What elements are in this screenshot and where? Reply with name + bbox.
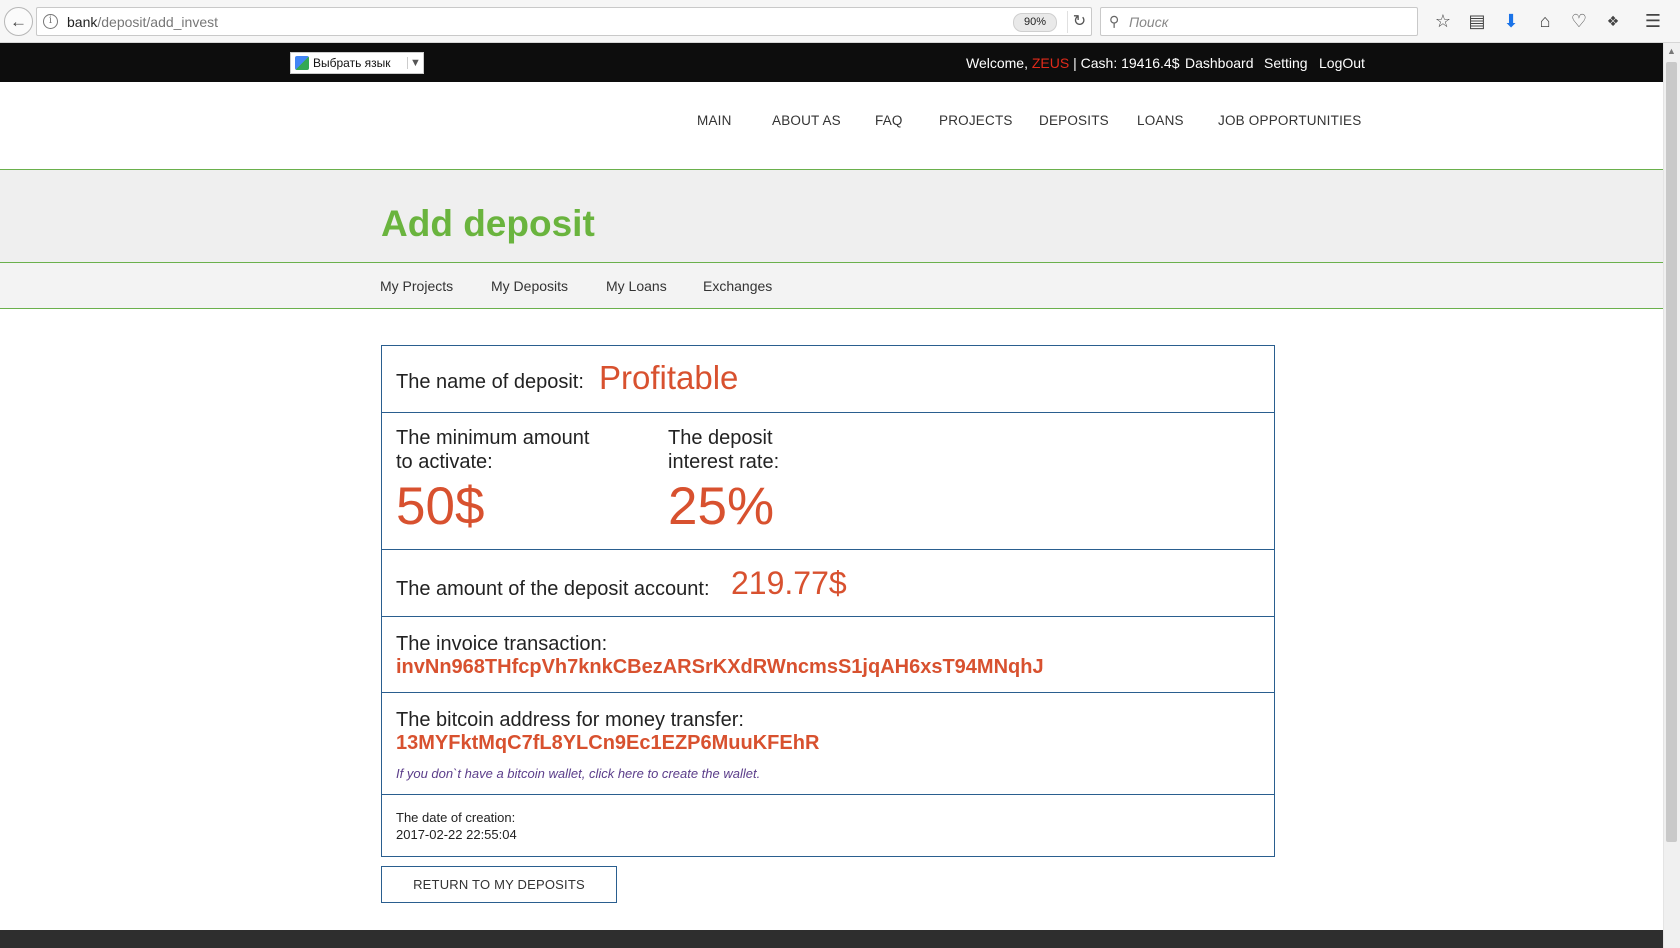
nav-faq[interactable]: FAQ: [875, 113, 903, 128]
deposit-details-card: The name of deposit: Profitable The mini…: [381, 345, 1275, 857]
setting-link[interactable]: Setting: [1264, 55, 1308, 71]
language-select-label: Выбрать язык: [313, 56, 391, 70]
home-icon[interactable]: ⌂: [1532, 8, 1558, 34]
site-top-bar: Выбрать язык ▼ Welcome, ZEUS | Cash: 194…: [0, 43, 1663, 82]
title-band: Add deposit: [0, 170, 1663, 263]
info-icon[interactable]: i: [43, 14, 58, 29]
logout-link[interactable]: LogOut: [1319, 55, 1365, 71]
subnav-my-loans[interactable]: My Loans: [606, 278, 667, 294]
page-footer: [0, 930, 1663, 948]
bitcoin-address-row: The bitcoin address for money transfer: …: [382, 693, 1274, 795]
username: ZEUS: [1031, 55, 1070, 71]
url-text: bank/deposit/add_invest: [67, 14, 218, 30]
deposit-name-row: The name of deposit: Profitable: [382, 346, 1274, 413]
deposit-amount-value: 219.77$: [731, 565, 847, 601]
dropdown-arrow-icon: ▼: [407, 57, 423, 69]
invoice-label: The invoice transaction:: [396, 633, 608, 655]
bitcoin-address-label: The bitcoin address for money transfer:: [396, 709, 744, 731]
download-icon[interactable]: ⬇: [1498, 8, 1524, 34]
reading-list-icon[interactable]: ▤: [1464, 8, 1490, 34]
deposit-name-value: Profitable: [599, 359, 739, 396]
min-amount-label-line2: to activate:: [396, 451, 493, 473]
deposit-terms-row: The minimum amount to activate: 50$ The …: [382, 413, 1274, 550]
welcome-prefix: Welcome,: [966, 55, 1032, 71]
cash-balance: | Cash: 19416.4$: [1069, 55, 1180, 71]
nav-projects[interactable]: PROJECTS: [939, 113, 1013, 128]
dashboard-link[interactable]: Dashboard: [1185, 55, 1254, 71]
browser-search-input[interactable]: ⚲ Поиск: [1100, 7, 1418, 36]
subnav-my-deposits[interactable]: My Deposits: [491, 278, 568, 294]
creation-date-row: The date of creation: 2017-02-22 22:55:0…: [382, 795, 1274, 857]
interest-rate-block: The deposit interest rate: 25%: [668, 426, 779, 537]
invoice-value: invNn968THfcpVh7knkCBezARSrKXdRWncmsS1jq…: [396, 656, 1044, 678]
browser-toolbar: ← i bank/deposit/add_invest 90% ↻ ⚲ Поис…: [0, 0, 1680, 43]
menu-hamburger-icon[interactable]: ☰: [1640, 8, 1666, 34]
welcome-text: Welcome, ZEUS | Cash: 19416.4$: [966, 55, 1180, 71]
account-subnav: My Projects My Deposits My Loans Exchang…: [0, 263, 1663, 309]
url-bar[interactable]: i bank/deposit/add_invest 90% ↻: [36, 7, 1092, 36]
reload-icon[interactable]: ↻: [1067, 11, 1091, 33]
nav-main[interactable]: MAIN: [697, 113, 732, 128]
subnav-exchanges[interactable]: Exchanges: [703, 278, 772, 294]
extension-icon[interactable]: ❖: [1600, 8, 1626, 34]
search-placeholder: Поиск: [1129, 14, 1169, 30]
back-arrow-icon[interactable]: ←: [4, 7, 33, 36]
interest-rate-value: 25%: [668, 477, 775, 536]
min-amount-label-line1: The minimum amount: [396, 427, 590, 449]
deposit-amount-row: The amount of the deposit account: 219.7…: [382, 550, 1274, 617]
min-amount-value: 50$: [396, 477, 485, 536]
deposit-amount-label: The amount of the deposit account:: [396, 578, 710, 600]
create-wallet-link[interactable]: If you don`t have a bitcoin wallet, clic…: [396, 766, 760, 781]
invoice-row: The invoice transaction: invNn968THfcpVh…: [382, 617, 1274, 693]
min-amount-block: The minimum amount to activate: 50$: [396, 426, 589, 537]
scroll-thumb[interactable]: [1666, 62, 1677, 842]
interest-rate-label-line1: The deposit: [668, 427, 773, 449]
creation-date-label: The date of creation:: [396, 810, 516, 825]
nav-about[interactable]: ABOUT AS: [772, 113, 841, 128]
page-title: Add deposit: [381, 203, 595, 244]
interest-rate-label-line2: interest rate:: [668, 451, 780, 473]
return-to-my-deposits-button[interactable]: RETURN TO MY DEPOSITS: [381, 866, 617, 903]
nav-loans[interactable]: LOANS: [1137, 113, 1184, 128]
deposit-name-label: The name of deposit:: [396, 371, 584, 393]
bitcoin-address-value: 13MYFktMqC7fL8YLCn9Ec1EZP6MuuKFEhR: [396, 732, 820, 754]
language-select[interactable]: Выбрать язык ▼: [290, 52, 424, 74]
google-translate-icon: [295, 56, 309, 70]
zoom-level-badge[interactable]: 90%: [1013, 13, 1057, 32]
creation-date-value: 2017-02-22 22:55:04: [396, 827, 517, 842]
subnav-my-projects[interactable]: My Projects: [380, 278, 453, 294]
main-navigation: MAIN ABOUT AS FAQ PROJECTS DEPOSITS LOAN…: [0, 82, 1663, 170]
nav-job-opportunities[interactable]: JOB OPPORTUNITIES: [1218, 113, 1361, 128]
pocket-icon[interactable]: ♡: [1566, 8, 1592, 34]
bookmark-star-icon[interactable]: ☆: [1430, 8, 1456, 34]
scroll-up-arrow-icon[interactable]: ▲: [1663, 43, 1680, 60]
url-host: bank: [67, 14, 98, 30]
nav-deposits[interactable]: DEPOSITS: [1039, 113, 1109, 128]
url-path: /deposit/add_invest: [97, 14, 218, 30]
search-icon: ⚲: [1109, 13, 1120, 29]
